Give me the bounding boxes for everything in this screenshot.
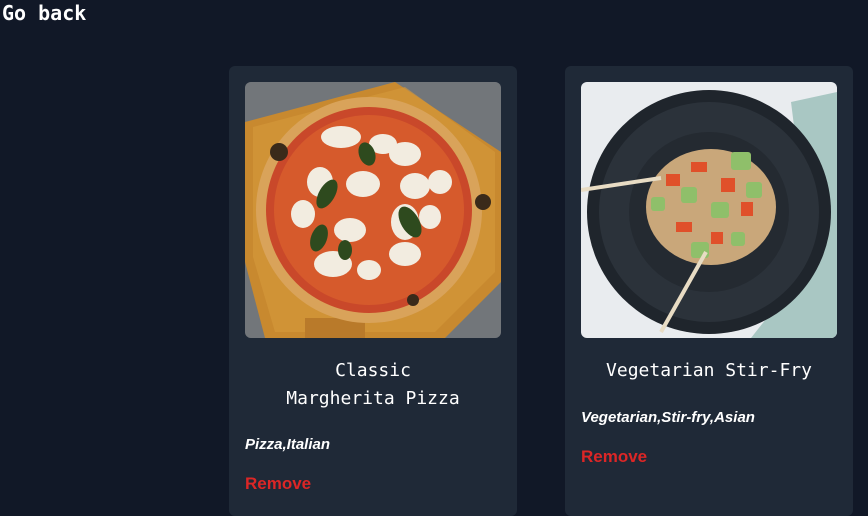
recipe-card: Classic Margherita Pizza Pizza,Italian R… <box>229 66 517 516</box>
recipe-title-line-1: Classic <box>335 360 411 381</box>
recipe-title: Vegetarian Stir-Fry <box>606 360 812 381</box>
recipe-image-stir-fry <box>581 82 837 338</box>
go-back-link[interactable]: Go back <box>2 1 86 25</box>
recipe-tags: Pizza,Italian <box>245 436 331 453</box>
recipe-card: Vegetarian Stir-Fry Vegetarian,Stir-fry,… <box>565 66 853 516</box>
recipe-title-line-2: Margherita Pizza <box>286 388 460 409</box>
remove-button[interactable]: Remove <box>245 474 311 494</box>
recipe-image-pizza <box>245 82 501 338</box>
recipe-title: Classic Margherita Pizza <box>245 357 501 413</box>
remove-button[interactable]: Remove <box>581 447 647 467</box>
recipe-tags: Vegetarian,Stir-fry,Asian <box>581 409 755 426</box>
